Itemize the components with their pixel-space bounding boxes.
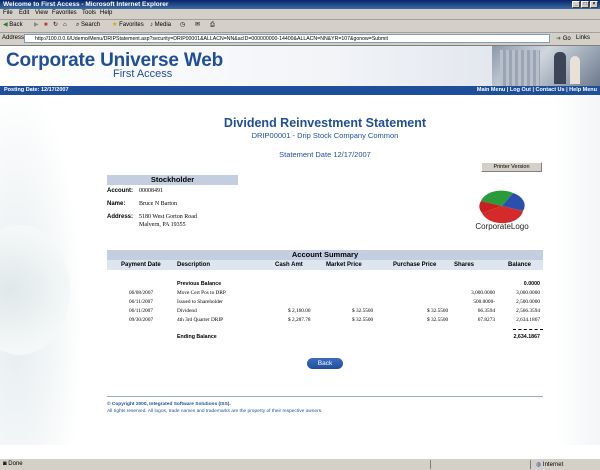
status-text: ◙ Done [3,461,23,467]
back-button[interactable]: Back [307,358,343,369]
media-icon: ♪ [150,22,153,28]
name-value: Bruce N Barton [139,201,177,207]
window-titlebar: Welcome to First Access - Microsoft Inte… [0,0,600,9]
menu-view[interactable]: View [35,10,48,16]
menu-bar: File Edit View Favorites Tools Help [0,9,600,20]
statement-date: Statement Date 12/17/2007 [279,150,371,159]
col-description: Description [177,262,211,268]
nav-links[interactable]: Main Menu | Log Out | Contact Us | Help … [477,87,597,93]
name-line: Name: Bruce N Barton [107,201,177,207]
table-row: 09/30/2007 4th 3rd Quarter DRIP $ 2,287.… [129,317,540,323]
rights-text: All rights reserved. All logos, trade na… [107,409,323,414]
address-value-2: Malvern, PA 19355 [139,222,186,228]
forward-nav-button[interactable]: ▶ [34,21,39,30]
table-row: 06/08/2007 Move Cert Pos to DRP 3,000.00… [129,290,540,296]
statement-subtitle: DRIP00001 - Drip Stock Company Common [251,131,399,140]
side-decoration [0,95,80,445]
minimize-button[interactable]: _ [572,1,580,8]
media-button[interactable]: ♪ Media [150,21,171,30]
table-row: 06/11/2007 Dividend $ 2,160.00 $ 32.5500… [129,308,540,314]
search-icon: ⌕ [76,22,80,28]
search-button[interactable]: ⌕ Search [76,21,100,30]
col-cash-amt: Cash Amt [275,262,303,268]
total-divider [513,329,543,331]
go-arrow-icon: ➜ [556,36,562,42]
posting-date: Posting Date: 12/17/2007 [4,87,69,93]
history-button[interactable]: ◷ [180,21,185,30]
footer-divider [107,396,543,397]
print-button[interactable]: ⎙ [210,21,215,30]
printer-icon: ⎙ [210,22,215,28]
address-bar: Address http://100.0.0.6/Udemo/Menu/DRIP… [0,33,600,46]
table-row: Previous Balance 0.0000 [177,281,540,287]
maximize-button[interactable]: □ [581,1,589,8]
site-subtitle: First Access [113,68,173,80]
address-value-1: 5180 West Gorton Road [139,214,197,220]
mail-icon: ✉ [195,22,201,28]
right-decoration [556,95,600,445]
col-purchase-price: Purchase Price [393,262,437,268]
back-nav-button[interactable]: ◀ Back [3,21,23,30]
printer-version-button[interactable]: Printer Version [481,162,542,172]
table-row: 06/11/2007 Issued to Shareholder 500.000… [129,299,540,305]
home-icon: ⌂ [63,22,67,28]
summary-table-header: Payment Date Description Cash Amt Market… [107,260,543,270]
account-line: Account: 00008491 [107,188,163,194]
account-summary-heading: Account Summary [107,250,543,260]
corporate-logo: CorporateLogo [473,189,531,234]
close-button[interactable]: × [590,1,598,8]
mail-button[interactable]: ✉ [195,21,200,30]
refresh-icon: ↻ [53,22,59,28]
col-market-price: Market Price [326,262,362,268]
zone-indicator: ◍ Internet [536,462,564,468]
stop-button[interactable]: ■ [44,21,48,30]
history-icon: ◷ [180,22,186,28]
address-input[interactable]: http://100.0.0.6/Udemo/Menu/DRIPStatemen… [24,34,550,43]
site-header: Corporate Universe Web First Access [0,46,600,86]
account-value: 00008491 [139,188,163,194]
address-line-2: Malvern, PA 19355 [107,222,186,228]
col-balance: Balance [508,262,532,268]
favorites-button[interactable]: ★ Favorites [112,21,144,30]
go-button[interactable]: ➜ Go [556,35,571,42]
globe-icon: ◍ [536,462,542,468]
stop-icon: ■ [44,22,48,28]
star-icon: ★ [112,22,118,28]
window-title: Welcome to First Access - Microsoft Inte… [3,1,169,8]
header-photo [492,46,600,86]
browser-toolbar: ◀ Back ▶ ■ ↻ ⌂ ⌕ Search ★ Favorites ♪ Me… [0,20,600,33]
ending-balance-row: Ending Balance 2,634.1867 [177,334,540,340]
logo-text: CorporateLogo [475,222,529,231]
status-bar: ◙ Done ◍ Internet [0,458,600,470]
copyright-text: © Copyright 2000, Integrated Software So… [107,402,231,407]
stockholder-heading: Stockholder [107,175,238,185]
links-button[interactable]: Links [576,35,590,41]
nav-bar: Posting Date: 12/17/2007 Main Menu | Log… [0,86,600,95]
refresh-button[interactable]: ↻ [53,21,58,30]
menu-favorites[interactable]: Favorites [52,10,77,16]
menu-tools[interactable]: Tools [82,10,96,16]
home-button[interactable]: ⌂ [63,21,67,30]
col-payment-date: Payment Date [121,262,161,268]
col-shares: Shares [454,262,475,268]
address-line: Address: 5180 West Gorton Road [107,214,197,220]
back-arrow-icon: ◀ [3,22,8,28]
address-label: Address [2,35,25,41]
page-done-icon: ◙ [3,461,7,467]
forward-arrow-icon: ▶ [34,22,39,28]
menu-edit[interactable]: Edit [19,10,29,16]
logo-icon [479,190,525,224]
statement-title: Dividend Reinvestment Statement [223,116,427,130]
menu-file[interactable]: File [3,10,13,16]
menu-help[interactable]: Help [100,10,112,16]
